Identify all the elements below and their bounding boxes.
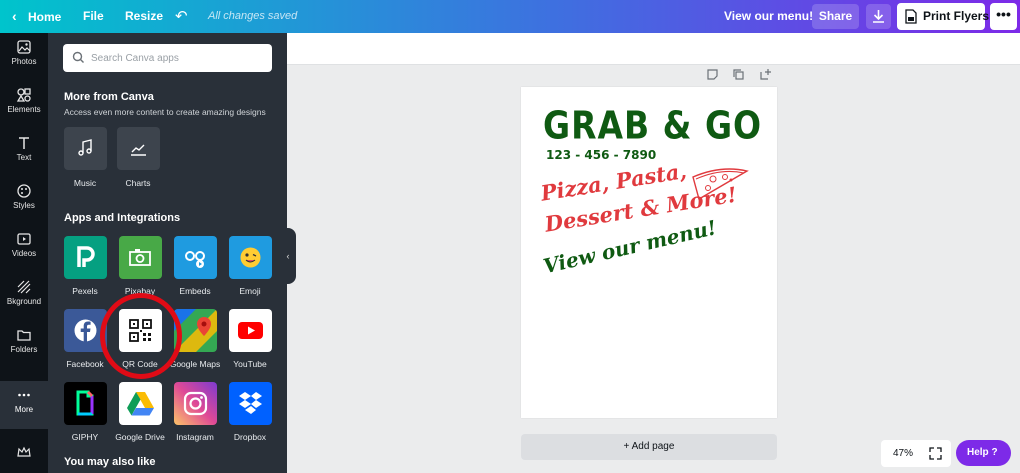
canvas-toolbar bbox=[287, 33, 1020, 65]
more-options-button[interactable]: ••• bbox=[990, 3, 1017, 30]
download-icon bbox=[873, 10, 884, 23]
rail-label: Videos bbox=[11, 249, 37, 258]
you-may-also-like-heading: You may also like bbox=[64, 456, 156, 468]
print-icon bbox=[905, 9, 917, 24]
zoom-control[interactable]: 47% bbox=[881, 440, 951, 467]
youtube-icon bbox=[238, 322, 263, 339]
rail-item-videos[interactable]: Videos bbox=[0, 225, 48, 273]
zoom-level: 47% bbox=[893, 448, 914, 459]
google-drive-tile[interactable] bbox=[119, 382, 162, 425]
giphy-tile[interactable] bbox=[64, 382, 107, 425]
save-status: All changes saved bbox=[208, 10, 298, 22]
pexels-label: Pexels bbox=[72, 286, 98, 296]
elements-icon bbox=[16, 88, 31, 102]
rail-item-styles[interactable]: Styles bbox=[0, 177, 48, 225]
help-button[interactable]: Help ? bbox=[956, 440, 1011, 466]
top-bar: ‹ Home File Resize ↶ All changes saved Vi… bbox=[0, 0, 1020, 33]
google-drive-icon bbox=[127, 392, 154, 416]
left-rail: Photos Elements Text Styles Videos Bkgro… bbox=[0, 33, 48, 473]
giphy-label: GIPHY bbox=[71, 432, 99, 442]
rail-label: Bkground bbox=[6, 297, 42, 306]
download-button[interactable] bbox=[866, 4, 891, 29]
facebook-label: Facebook bbox=[66, 359, 104, 369]
rail-item-folders[interactable]: Folders bbox=[0, 321, 48, 369]
videos-icon bbox=[17, 233, 31, 245]
resize-button[interactable]: Resize bbox=[125, 0, 163, 33]
embeds-label: Embeds bbox=[179, 286, 211, 296]
chevron-left-icon: ‹ bbox=[12, 8, 17, 24]
highlight-circle bbox=[100, 293, 182, 379]
youtube-label: YouTube bbox=[233, 359, 267, 369]
embeds-tile[interactable] bbox=[174, 236, 217, 279]
emoji-label: Emoji bbox=[239, 286, 261, 296]
instagram-tile[interactable] bbox=[174, 382, 217, 425]
pixabay-icon bbox=[129, 249, 151, 266]
phone-text[interactable]: 123 - 456 - 7890 bbox=[546, 148, 656, 162]
more-from-canva-heading: More from Canva bbox=[64, 91, 154, 103]
chevron-left-icon: ‹ bbox=[286, 251, 290, 261]
text-icon bbox=[19, 137, 29, 149]
share-button[interactable]: Share bbox=[812, 4, 859, 29]
folders-icon bbox=[17, 330, 31, 341]
charts-label: Charts bbox=[125, 178, 151, 188]
print-flyers-label: Print Flyers bbox=[923, 9, 990, 23]
rail-label: Photos bbox=[11, 57, 37, 66]
design-title[interactable]: View our menu! bbox=[724, 0, 813, 33]
file-menu[interactable]: File bbox=[83, 0, 104, 33]
duplicate-page-icon[interactable] bbox=[732, 68, 745, 81]
google-drive-label: Google Drive bbox=[115, 432, 165, 442]
dropbox-label: Dropbox bbox=[233, 432, 267, 442]
music-label: Music bbox=[73, 178, 97, 188]
rail-label: Text bbox=[16, 153, 32, 162]
add-page-button[interactable]: + Add page bbox=[521, 434, 777, 460]
more-from-canva-subtitle: Access even more content to create amazi… bbox=[64, 107, 266, 117]
home-button[interactable]: ‹ Home bbox=[12, 0, 61, 33]
background-icon bbox=[17, 280, 31, 294]
more-icon bbox=[18, 393, 30, 397]
home-label: Home bbox=[28, 10, 62, 24]
rail-item-text[interactable]: Text bbox=[0, 129, 48, 177]
charts-tile[interactable] bbox=[117, 127, 160, 170]
music-tile[interactable] bbox=[64, 127, 107, 170]
rail-label: Elements bbox=[7, 105, 41, 114]
add-page-icon[interactable] bbox=[759, 68, 772, 81]
collapse-panel-button[interactable]: ‹ bbox=[280, 228, 296, 284]
notes-icon[interactable] bbox=[706, 68, 719, 81]
rail-label: Folders bbox=[10, 345, 38, 354]
rail-item-photos[interactable]: Photos bbox=[0, 33, 48, 81]
photos-icon bbox=[17, 40, 31, 54]
crown-icon bbox=[17, 446, 31, 457]
search-icon bbox=[72, 51, 84, 63]
pexels-tile[interactable] bbox=[64, 236, 107, 279]
pexels-icon bbox=[77, 246, 95, 267]
dropbox-tile[interactable] bbox=[229, 382, 272, 425]
apps-heading: Apps and Integrations bbox=[64, 212, 181, 224]
instagram-icon bbox=[183, 391, 208, 416]
emoji-icon bbox=[240, 247, 261, 268]
pixabay-tile[interactable] bbox=[119, 236, 162, 279]
embeds-icon bbox=[185, 251, 205, 268]
fullscreen-icon[interactable] bbox=[929, 447, 942, 460]
search-input[interactable] bbox=[91, 49, 266, 67]
apps-panel: More from Canva Access even more content… bbox=[48, 33, 287, 473]
styles-icon bbox=[17, 184, 31, 198]
rail-label: Styles bbox=[13, 201, 35, 210]
rail-item-crown[interactable] bbox=[0, 438, 48, 473]
print-flyers-button[interactable]: Print Flyers bbox=[897, 3, 989, 30]
charts-icon bbox=[131, 144, 146, 156]
undo-icon[interactable]: ↶ bbox=[175, 0, 188, 33]
rail-item-background[interactable]: Bkground bbox=[0, 273, 48, 321]
giphy-icon bbox=[76, 390, 94, 416]
instagram-label: Instagram bbox=[176, 432, 214, 442]
dropbox-icon bbox=[239, 392, 262, 414]
music-icon bbox=[78, 139, 92, 156]
emoji-tile[interactable] bbox=[229, 236, 272, 279]
rail-item-elements[interactable]: Elements bbox=[0, 81, 48, 129]
search-box[interactable] bbox=[63, 44, 272, 72]
design-page[interactable]: GRAB & GO 123 - 456 - 7890 Pizza, Pasta,… bbox=[521, 87, 777, 418]
rail-label: More bbox=[14, 405, 34, 414]
headline-text[interactable]: GRAB & GO bbox=[543, 103, 762, 148]
youtube-tile[interactable] bbox=[229, 309, 272, 352]
rail-item-more[interactable]: More bbox=[0, 381, 48, 429]
